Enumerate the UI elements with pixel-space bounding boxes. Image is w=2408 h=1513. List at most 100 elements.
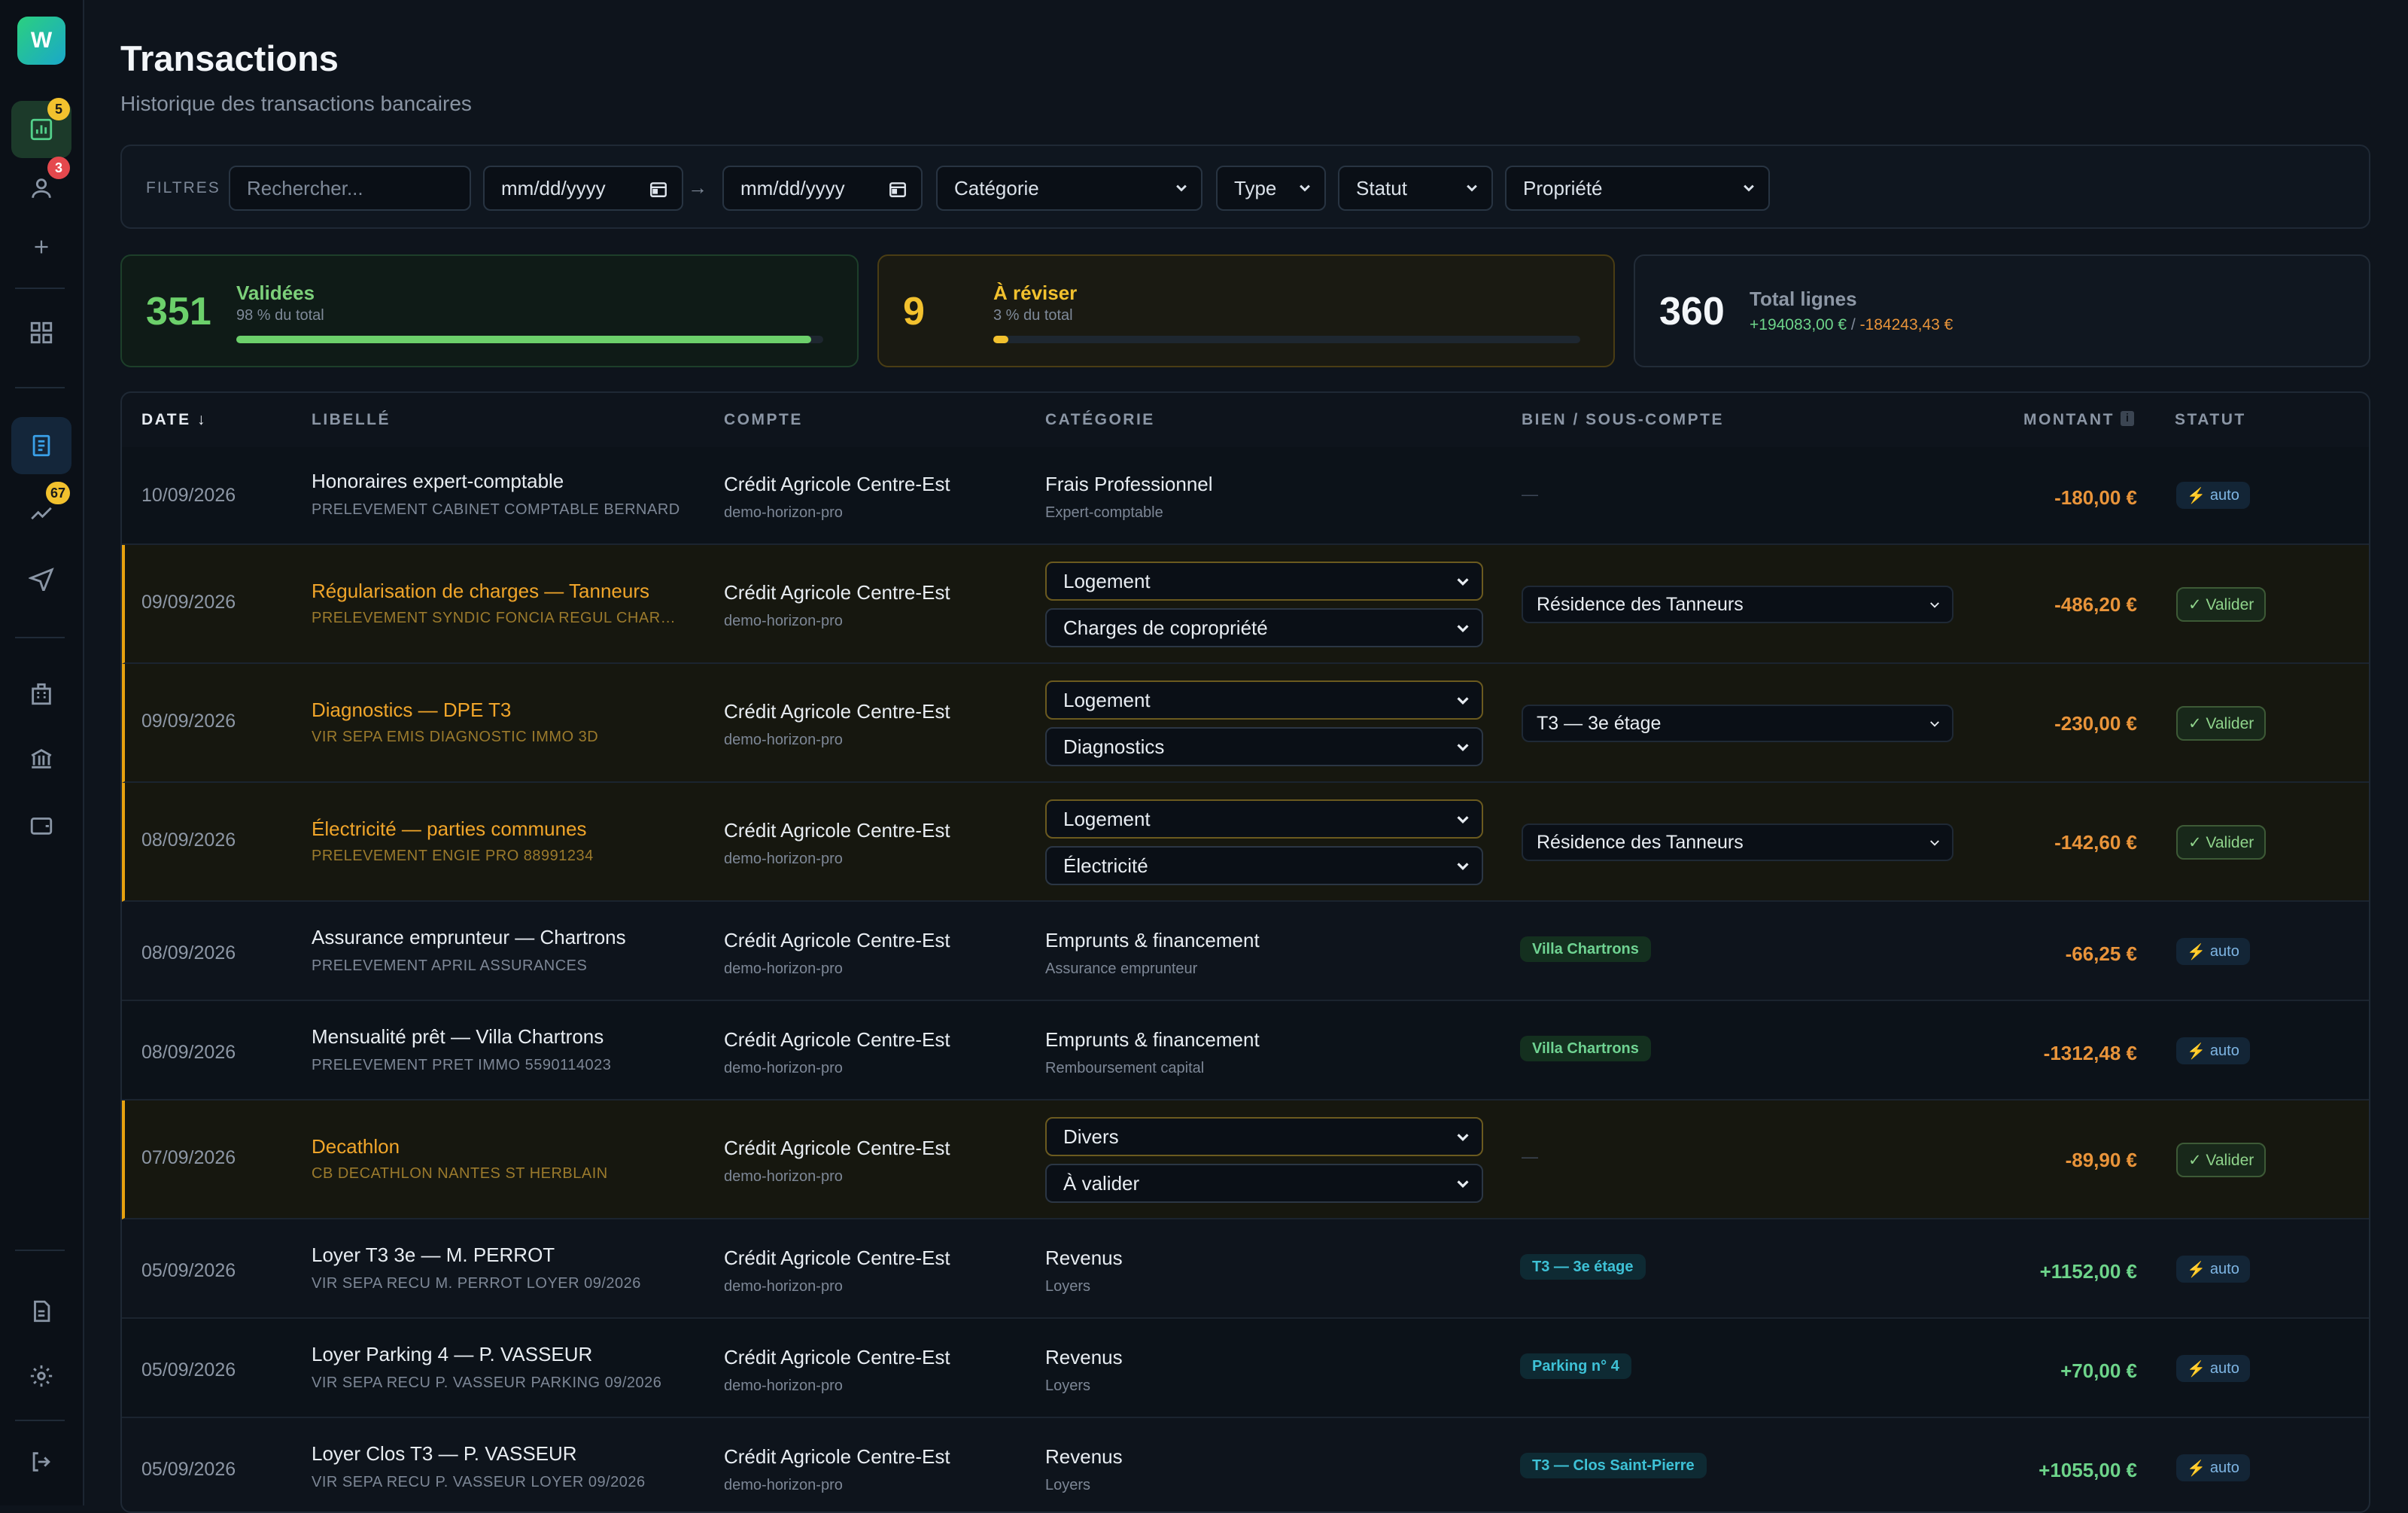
subcategory-select[interactable]: À valider [1045, 1164, 1483, 1203]
column-header-compte[interactable]: COMPTE [724, 411, 803, 429]
sidebar-item-logout[interactable] [11, 1433, 71, 1490]
receipt-icon [32, 434, 50, 457]
wallet-icon [30, 817, 53, 835]
row-account: Crédit Agricole Centre-Est [724, 581, 950, 604]
sidebar-item-wallet[interactable] [11, 796, 71, 854]
calendar-icon [889, 182, 906, 197]
property-select[interactable]: Propriété [1505, 166, 1770, 211]
category-select[interactable]: Logement [1045, 799, 1483, 839]
table-row[interactable]: 08/09/2026 Assurance emprunteur — Chartr… [122, 902, 2369, 1001]
table-row[interactable]: 09/09/2026 Régularisation de charges — T… [122, 545, 2369, 664]
table-row[interactable]: 08/09/2026 Mensualité prêt — Villa Chart… [122, 1001, 2369, 1101]
row-account: Crédit Agricole Centre-Est [724, 473, 950, 495]
sidebar-item-documents[interactable] [11, 1283, 71, 1340]
sidebar-item-buildings[interactable] [11, 665, 71, 723]
property-chip[interactable]: T3 — Clos Saint-Pierre [1520, 1453, 1707, 1478]
sidebar-item-settings[interactable] [11, 1347, 71, 1405]
status-auto-badge: ⚡ auto [2176, 1037, 2250, 1064]
subcategory-select[interactable]: Électricité [1045, 846, 1483, 885]
property-chip[interactable]: Villa Chartrons [1520, 936, 1651, 962]
row-raw-label: PRELEVEMENT ENGIE PRO 88991234 [312, 848, 594, 864]
stat-card-validated[interactable]: 351 Validées 98 % du total [120, 254, 859, 367]
column-header-categorie[interactable]: CATÉGORIE [1045, 411, 1155, 429]
row-account: Crédit Agricole Centre-Est [724, 1247, 950, 1269]
filters-label: FILTRES [146, 179, 220, 196]
validate-button[interactable]: ✓ Valider [2176, 587, 2267, 622]
category-value: Logement [1063, 569, 1151, 592]
gear-icon [30, 1365, 53, 1387]
chart-icon [30, 118, 53, 141]
table-row[interactable]: 05/09/2026 Loyer T3 3e — M. PERROT VIR S… [122, 1219, 2369, 1319]
row-account-sub: demo-horizon-pro [724, 1477, 843, 1493]
sidebar-item-overview[interactable] [11, 304, 71, 361]
row-date: 09/09/2026 [141, 711, 236, 732]
stat-card-total[interactable]: 360 Total lignes +194083,00 € / -184243,… [1634, 254, 2370, 367]
validate-button[interactable]: ✓ Valider [2176, 1143, 2267, 1177]
table-row[interactable]: 05/09/2026 Loyer Clos T3 — P. VASSEUR VI… [122, 1418, 2369, 1511]
property-chip[interactable]: Villa Chartrons [1520, 1036, 1651, 1061]
row-date: 05/09/2026 [141, 1260, 236, 1281]
column-header-montant[interactable]: MONTANT [2023, 411, 2115, 429]
row-account-sub: demo-horizon-pro [724, 1378, 843, 1394]
column-header-date[interactable]: DATE ↓ [141, 411, 207, 429]
table-row[interactable]: 08/09/2026 Électricité — parties commune… [122, 783, 2369, 902]
property-chip[interactable]: T3 — 3e étage [1520, 1254, 1646, 1280]
sidebar-item-dashboard[interactable]: 5 [11, 98, 71, 158]
category-select[interactable]: Logement [1045, 562, 1483, 601]
subcategory-value: À valider [1063, 1171, 1140, 1195]
trend-icon [31, 507, 52, 520]
property-chip[interactable]: Parking n° 4 [1520, 1353, 1631, 1379]
row-date: 08/09/2026 [141, 1042, 236, 1063]
row-subcategory: Remboursement capital [1045, 1060, 1205, 1076]
search-input[interactable]: Rechercher... [229, 166, 471, 211]
sidebar-item-bank[interactable] [11, 730, 71, 787]
logo-letter: W [30, 28, 53, 53]
table-row[interactable]: 10/09/2026 Honoraires expert-comptable P… [122, 447, 2369, 545]
subcategory-select[interactable]: Diagnostics [1045, 727, 1483, 766]
sidebar-item-loans[interactable]: 67 [11, 482, 71, 542]
row-date: 05/09/2026 [141, 1459, 236, 1480]
validate-button[interactable]: ✓ Valider [2176, 825, 2267, 860]
column-header-statut[interactable]: STATUT [2175, 411, 2246, 429]
property-select[interactable]: Résidence des Tanneurs [1522, 823, 1953, 861]
bolt-icon: ⚡ [2187, 1261, 2206, 1278]
sidebar-item-users[interactable]: 3 [11, 157, 71, 217]
row-amount: +1152,00 € [2039, 1260, 2137, 1283]
property-select[interactable]: Résidence des Tanneurs [1522, 586, 1953, 623]
row-account: Crédit Agricole Centre-Est [724, 1346, 950, 1368]
app-logo[interactable]: W [17, 17, 65, 65]
validate-button[interactable]: ✓ Valider [2176, 706, 2267, 741]
info-icon[interactable]: i [2121, 411, 2134, 426]
column-header-bien[interactable]: BIEN / SOUS-COMPTE [1522, 411, 1724, 429]
category-select[interactable]: Catégorie [936, 166, 1202, 211]
category-select[interactable]: Divers [1045, 1117, 1483, 1156]
type-select[interactable]: Type [1216, 166, 1326, 211]
column-header-libelle[interactable]: LIBELLÉ [312, 411, 391, 429]
sidebar-item-transactions[interactable] [11, 417, 71, 474]
date-from-input[interactable]: mm/dd/yyyy [483, 166, 683, 211]
row-amount: -89,90 € [2065, 1149, 2137, 1171]
sidebar-divider [15, 288, 65, 289]
search-placeholder: Rechercher... [247, 176, 363, 199]
sidebar-item-add[interactable] [11, 218, 71, 276]
row-amount: -230,00 € [2054, 712, 2137, 735]
sidebar-item-travel[interactable] [11, 549, 71, 607]
table-header: DATE ↓ LIBELLÉ COMPTE CATÉGORIE BIEN / S… [122, 393, 2369, 449]
bolt-icon: ⚡ [2187, 943, 2206, 960]
row-category: Emprunts & financement [1045, 1028, 1260, 1051]
date-to-input[interactable]: mm/dd/yyyy [722, 166, 923, 211]
category-select[interactable]: Logement [1045, 680, 1483, 720]
status-select[interactable]: Statut [1338, 166, 1493, 211]
stat-card-review[interactable]: 9 À réviser 3 % du total [877, 254, 1615, 367]
table-row[interactable]: 09/09/2026 Diagnostics — DPE T3 VIR SEPA… [122, 664, 2369, 783]
status-auto-badge: ⚡ auto [2176, 1454, 2250, 1481]
row-category: Revenus [1045, 1247, 1123, 1269]
property-value: T3 — 3e étage [1537, 712, 1662, 734]
row-amount: -66,25 € [2065, 942, 2137, 965]
table-row[interactable]: 05/09/2026 Loyer Parking 4 — P. VASSEUR … [122, 1319, 2369, 1418]
subcategory-select[interactable]: Charges de copropriété [1045, 608, 1483, 647]
table-row[interactable]: 07/09/2026 Decathlon CB DECATHLON NANTES… [122, 1101, 2369, 1219]
page-subtitle: Historique des transactions bancaires [120, 92, 472, 115]
property-select[interactable]: T3 — 3e étage [1522, 705, 1953, 742]
row-account: Crédit Agricole Centre-Est [724, 700, 950, 723]
